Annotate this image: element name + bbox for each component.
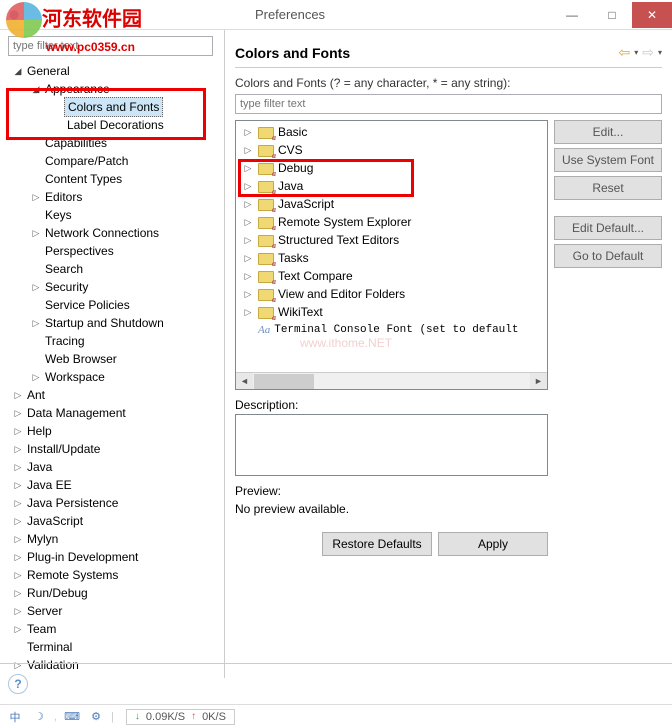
go-to-default-button[interactable]: Go to Default xyxy=(554,244,662,268)
tree-general[interactable]: General xyxy=(24,62,73,80)
cf-javascript[interactable]: JavaScript xyxy=(278,197,334,211)
preferences-tree[interactable]: ◢General ◢Appearance Colors and Fonts La… xyxy=(4,62,220,674)
scroll-left-button[interactable]: ◄ xyxy=(236,373,253,390)
tree-team[interactable]: Team xyxy=(24,620,59,638)
tree-install-update[interactable]: Install/Update xyxy=(24,440,103,458)
restore-defaults-button[interactable]: Restore Defaults xyxy=(322,532,432,556)
tree-network[interactable]: Network Connections xyxy=(42,224,162,242)
tree-ant[interactable]: Ant xyxy=(24,386,48,404)
status-bar: 中 ☽ , ⌨ ⚙ | ↓0.09K/S ↑0K/S xyxy=(0,704,672,728)
left-panel: ◢General ◢Appearance Colors and Fonts La… xyxy=(0,30,225,678)
cf-structured[interactable]: Structured Text Editors xyxy=(278,233,399,247)
tree-plugin-dev[interactable]: Plug-in Development xyxy=(24,548,141,566)
back-arrow-icon[interactable]: ⇦ xyxy=(619,44,631,61)
tree-compare[interactable]: Compare/Patch xyxy=(42,152,131,170)
hint-text: Colors and Fonts (? = any character, * =… xyxy=(235,76,662,90)
cf-cvs[interactable]: CVS xyxy=(278,143,303,157)
close-button[interactable]: ✕ xyxy=(632,2,672,28)
tree-data-mgmt[interactable]: Data Management xyxy=(24,404,129,422)
scroll-right-button[interactable]: ► xyxy=(530,373,547,390)
tree-appearance[interactable]: Appearance xyxy=(42,80,113,98)
cf-vieweditor[interactable]: View and Editor Folders xyxy=(278,287,405,301)
tree-terminal[interactable]: Terminal xyxy=(24,638,75,656)
tree-keys[interactable]: Keys xyxy=(42,206,75,224)
tree-perspectives[interactable]: Perspectives xyxy=(42,242,117,260)
tree-java-persistence[interactable]: Java Persistence xyxy=(24,494,121,512)
colors-fonts-tree[interactable]: ▷Basic ▷CVS ▷Debug ▷Java ▷JavaScript ▷Re… xyxy=(235,120,548,390)
folder-icon xyxy=(258,287,274,301)
right-filter-input[interactable] xyxy=(235,94,662,114)
page-title: Colors and Fonts xyxy=(235,45,350,61)
folder-icon xyxy=(258,161,274,175)
tree-startup[interactable]: Startup and Shutdown xyxy=(42,314,167,332)
no-preview-text: No preview available. xyxy=(235,502,548,516)
tree-service-policies[interactable]: Service Policies xyxy=(42,296,133,314)
download-arrow-icon: ↓ xyxy=(135,711,140,722)
network-speed: ↓0.09K/S ↑0K/S xyxy=(126,709,235,725)
help-icon[interactable]: ? xyxy=(8,674,28,694)
tree-javascript[interactable]: JavaScript xyxy=(24,512,86,530)
tree-remote-systems[interactable]: Remote Systems xyxy=(24,566,121,584)
folder-icon xyxy=(258,143,274,157)
tree-search[interactable]: Search xyxy=(42,260,86,278)
description-label: Description: xyxy=(235,398,548,412)
use-system-font-button[interactable]: Use System Font xyxy=(554,148,662,172)
cf-debug[interactable]: Debug xyxy=(278,161,313,175)
edit-default-button[interactable]: Edit Default... xyxy=(554,216,662,240)
cf-remote[interactable]: Remote System Explorer xyxy=(278,215,411,229)
folder-icon xyxy=(258,269,274,283)
cf-java[interactable]: Java xyxy=(278,179,303,193)
cf-tasks[interactable]: Tasks xyxy=(278,251,309,265)
tree-label-dec[interactable]: Label Decorations xyxy=(64,116,167,134)
forward-arrow-icon[interactable]: ⇨ xyxy=(642,44,654,61)
tree-server[interactable]: Server xyxy=(24,602,65,620)
tree-capabilities[interactable]: Capabilities xyxy=(42,134,110,152)
folder-icon xyxy=(258,197,274,211)
folder-icon xyxy=(258,251,274,265)
tree-mylyn[interactable]: Mylyn xyxy=(24,530,61,548)
moon-icon[interactable]: ☽ xyxy=(30,709,48,725)
tree-java-ee[interactable]: Java EE xyxy=(24,476,75,494)
folder-icon xyxy=(258,305,274,319)
app-icon xyxy=(6,7,22,23)
left-filter-input[interactable] xyxy=(8,36,213,56)
tree-java[interactable]: Java xyxy=(24,458,55,476)
horizontal-scrollbar[interactable]: ◄ ► xyxy=(236,372,547,389)
tree-security[interactable]: Security xyxy=(42,278,91,296)
minimize-button[interactable]: — xyxy=(552,2,592,28)
edit-button[interactable]: Edit... xyxy=(554,120,662,144)
tree-run-debug[interactable]: Run/Debug xyxy=(24,584,91,602)
titlebar: Preferences — □ ✕ xyxy=(0,0,672,30)
description-box xyxy=(235,414,548,476)
folder-icon xyxy=(258,179,274,193)
reset-button[interactable]: Reset xyxy=(554,176,662,200)
aa-icon: Aa xyxy=(258,324,270,336)
apply-button[interactable]: Apply xyxy=(438,532,548,556)
folder-icon xyxy=(258,233,274,247)
tree-content-types[interactable]: Content Types xyxy=(42,170,125,188)
tree-workspace[interactable]: Workspace xyxy=(42,368,108,386)
maximize-button[interactable]: □ xyxy=(592,2,632,28)
cf-wikitext[interactable]: WikiText xyxy=(278,305,323,319)
upload-arrow-icon: ↑ xyxy=(191,711,196,722)
cf-textcompare[interactable]: Text Compare xyxy=(278,269,353,283)
window-title: Preferences xyxy=(255,7,325,22)
tree-tracing[interactable]: Tracing xyxy=(42,332,88,350)
ime-icon[interactable]: 中 xyxy=(6,709,24,725)
preview-label: Preview: xyxy=(235,484,548,498)
settings-icon[interactable]: ⚙ xyxy=(87,709,105,725)
tree-help[interactable]: Help xyxy=(24,422,55,440)
cf-terminal-font[interactable]: Terminal Console Font (set to default xyxy=(274,324,518,336)
right-panel: Colors and Fonts ⇦▾ ⇨▾ Colors and Fonts … xyxy=(225,30,672,678)
tree-editors[interactable]: Editors xyxy=(42,188,85,206)
keyboard-icon[interactable]: ⌨ xyxy=(63,709,81,725)
folder-icon xyxy=(258,215,274,229)
tree-colors-fonts[interactable]: Colors and Fonts xyxy=(64,97,163,117)
tree-web-browser[interactable]: Web Browser xyxy=(42,350,120,368)
folder-icon xyxy=(258,125,274,139)
scroll-thumb[interactable] xyxy=(254,374,314,389)
cf-basic[interactable]: Basic xyxy=(278,125,307,139)
